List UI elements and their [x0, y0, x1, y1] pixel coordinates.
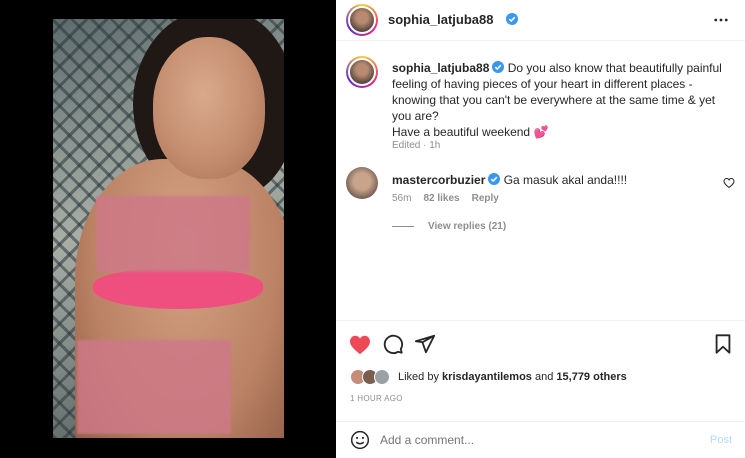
likes-connector: and	[534, 371, 554, 383]
add-comment-input[interactable]	[380, 430, 700, 450]
view-replies-label: View replies (21)	[428, 221, 507, 232]
comment-body: mastercorbuzier Ga masuk akal anda!!!!	[392, 172, 627, 188]
comment-username[interactable]: mastercorbuzier	[392, 173, 485, 187]
caption-author-avatar[interactable]	[346, 56, 378, 88]
comment-reply-button[interactable]: Reply	[472, 193, 499, 204]
comment-meta: 56m 82 likes Reply	[392, 193, 499, 204]
actions-divider	[336, 320, 745, 321]
censor-blur-bottom	[77, 340, 231, 434]
comment-likes[interactable]: 82 likes	[423, 193, 459, 204]
post-header: sophia_latjuba88	[336, 0, 745, 40]
bookmark-icon[interactable]	[712, 333, 734, 355]
comment-text: Ga masuk akal anda!!!!	[503, 173, 628, 187]
caption-text: sophia_latjuba88 Do you also know that b…	[392, 60, 737, 140]
author-avatar[interactable]	[346, 4, 378, 36]
caption-line-1: Do you also know that beautifully painfu…	[507, 61, 722, 75]
comment-time: 56m	[392, 193, 412, 204]
emoji-icon[interactable]	[350, 430, 370, 450]
share-icon[interactable]	[414, 333, 436, 355]
post-media	[0, 0, 336, 458]
small-heart-icon[interactable]	[723, 177, 735, 189]
header-divider	[336, 40, 745, 41]
likes-row: Liked by krisdayantilemos and 15,779 oth…	[350, 369, 627, 385]
caption-line-5: Have a beautiful weekend	[392, 125, 531, 139]
comment-box-divider	[336, 421, 745, 422]
censor-blur-top	[96, 196, 250, 272]
liker-avatars	[350, 369, 398, 385]
likes-prefix: Liked by	[398, 371, 439, 383]
replies-line	[392, 226, 414, 227]
commenter-avatar[interactable]	[346, 167, 378, 199]
comment-icon[interactable]	[382, 333, 404, 355]
post-timestamp: 1 HOUR AGO	[350, 394, 403, 403]
caption-line-4: you are?	[392, 109, 439, 123]
heart-icon[interactable]	[348, 333, 372, 357]
caption-username[interactable]: sophia_latjuba88	[392, 61, 489, 75]
likes-others[interactable]: 15,779 others	[556, 371, 626, 383]
likes-text: Liked by krisdayantilemos and 15,779 oth…	[398, 369, 627, 385]
photo-face	[153, 37, 265, 179]
more-options-icon[interactable]	[714, 18, 728, 22]
caption-line-3: knowing that you can't be everywhere at …	[392, 93, 716, 107]
post-comment-button[interactable]: Post	[710, 434, 732, 446]
caption-line-2: feeling of having pieces of your heart i…	[392, 77, 693, 91]
comment-verified-badge-icon	[488, 173, 501, 185]
view-replies[interactable]: View replies (21)	[392, 221, 506, 232]
caption-emoji: 💕	[533, 125, 549, 139]
caption-verified-badge-icon	[492, 61, 505, 73]
verified-badge-icon	[506, 13, 518, 25]
likes-user[interactable]: krisdayantilemos	[442, 371, 532, 383]
header-username[interactable]: sophia_latjuba88	[388, 12, 493, 27]
liker-avatar-3[interactable]	[374, 369, 390, 385]
post-details-panel: sophia_latjuba88 sophia_latjuba88 Do you…	[336, 0, 745, 458]
caption-edited-time: Edited · 1h	[392, 140, 441, 151]
photo-garment	[93, 269, 263, 309]
